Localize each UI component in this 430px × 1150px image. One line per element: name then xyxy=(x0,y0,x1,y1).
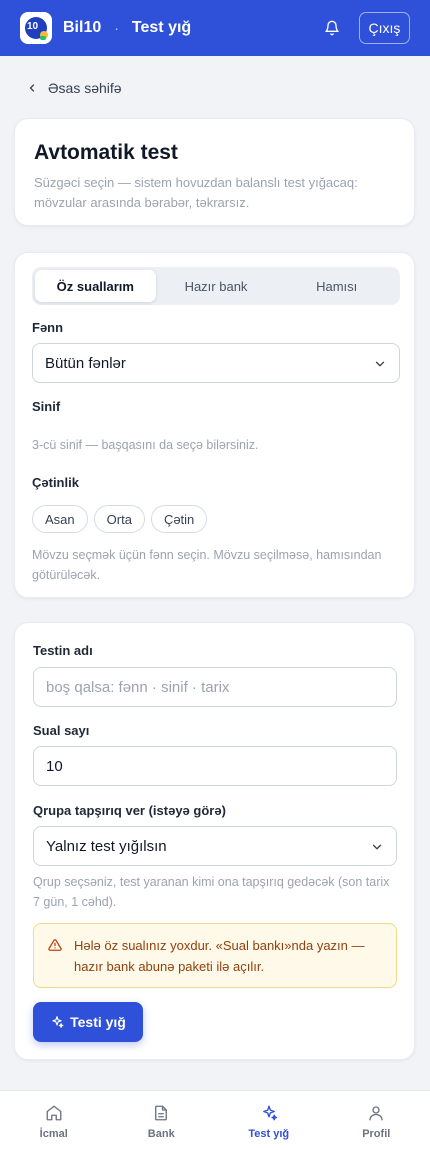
logout-button[interactable]: Çıxış xyxy=(359,12,410,44)
nav-label-profile: Profil xyxy=(362,1128,391,1140)
chevron-down-icon xyxy=(372,844,382,850)
logo-text: 10 xyxy=(27,21,39,32)
build-test-label: Testi yığ xyxy=(70,1014,126,1030)
difficulty-chips: Asan Orta Çətin xyxy=(32,505,213,533)
nav-item-bank[interactable]: Bank xyxy=(108,1091,216,1150)
subject-select-value: Bütün fənlər xyxy=(45,354,126,372)
chevron-down-icon xyxy=(375,361,385,367)
tab-ready-bank[interactable]: Hazır bank xyxy=(156,270,277,302)
user-icon xyxy=(369,1106,383,1121)
nav-item-overview[interactable]: İcmal xyxy=(0,1091,108,1150)
chip-hard[interactable]: Çətin xyxy=(150,505,208,533)
bell-icon[interactable] xyxy=(322,18,342,38)
nav-item-build-test[interactable]: Test yığ xyxy=(215,1091,323,1150)
group-assign-label: Qrupa tapşırıq ver (istəyə görə) xyxy=(33,803,226,818)
grade-hint: 3-cü sinif — başqasını da seçə bilərsini… xyxy=(32,438,259,452)
source-tabs: Öz suallarım Hazır bank Hamısı xyxy=(32,267,400,305)
tab-own-questions[interactable]: Öz suallarım xyxy=(35,270,156,302)
tab-all[interactable]: Hamısı xyxy=(276,270,397,302)
test-name-label: Testin adı xyxy=(33,643,93,658)
top-app-bar: 10 Bil10 · Test yığ Çıxış xyxy=(0,0,430,56)
back-link[interactable]: Əsas səhifə xyxy=(26,80,122,96)
bottom-navigation: İcmal Bank Test yığ Profil xyxy=(0,1090,430,1150)
sparkles-icon xyxy=(262,1105,277,1121)
chevron-left-icon xyxy=(29,84,35,92)
subject-select[interactable]: Bütün fənlər xyxy=(32,343,400,383)
back-link-label: Əsas səhifə xyxy=(48,80,122,96)
warning-icon xyxy=(48,939,62,951)
grade-label: Sinif xyxy=(32,399,61,414)
group-select[interactable]: Yalnız test yığılsın xyxy=(33,826,397,866)
subject-label: Fənn xyxy=(32,320,64,335)
nav-item-profile[interactable]: Profil xyxy=(323,1091,430,1150)
document-icon xyxy=(155,1105,168,1121)
empty-bank-alert: Hələ öz sualınız yoxdur. «Sual bankı»nda… xyxy=(33,923,397,988)
difficulty-label: Çətinlik xyxy=(32,475,79,490)
app-logo[interactable]: 10 xyxy=(20,12,52,44)
question-count-input[interactable]: 10 xyxy=(33,746,397,786)
nav-label-build-test: Test yığ xyxy=(248,1128,290,1140)
group-select-value: Yalnız test yığılsın xyxy=(46,837,167,855)
intro-subtitle: Süzgəci seçin — sistem hovuzdan balanslı… xyxy=(34,175,358,210)
nav-label-overview: İcmal xyxy=(39,1128,68,1140)
chip-medium[interactable]: Orta xyxy=(93,505,145,533)
alert-text: Hələ öz sualınız yoxdur. «Sual bankı»nda… xyxy=(74,938,365,974)
page-title: Test yığ xyxy=(131,19,192,36)
topic-hint: Mövzu seçmək üçün fənn seçin. Mövzu seçi… xyxy=(32,548,382,582)
title-separator: · xyxy=(114,20,119,36)
test-form-card: Testin adı boş qalsa: fənn · sinif · tar… xyxy=(14,622,415,1060)
intro-title: Avtomatik test xyxy=(34,141,178,164)
group-hint: Qrup seçsəniz, test yaranan kimi ona tap… xyxy=(33,875,390,909)
chip-easy[interactable]: Asan xyxy=(32,505,88,533)
build-test-button[interactable]: Testi yığ xyxy=(33,1002,143,1042)
logo-dot-green xyxy=(40,36,46,40)
filters-card: Öz suallarım Hazır bank Hamısı Fənn Bütü… xyxy=(14,252,415,598)
sparkles-icon xyxy=(52,1016,64,1028)
brand-name: Bil10 xyxy=(63,19,102,36)
nav-label-bank: Bank xyxy=(147,1128,175,1140)
home-icon xyxy=(46,1105,62,1121)
intro-card: Avtomatik test Süzgəci seçin — sistem ho… xyxy=(14,118,415,226)
question-count-label: Sual sayı xyxy=(33,723,90,738)
test-name-input[interactable]: boş qalsa: fənn · sinif · tarix xyxy=(33,667,397,707)
